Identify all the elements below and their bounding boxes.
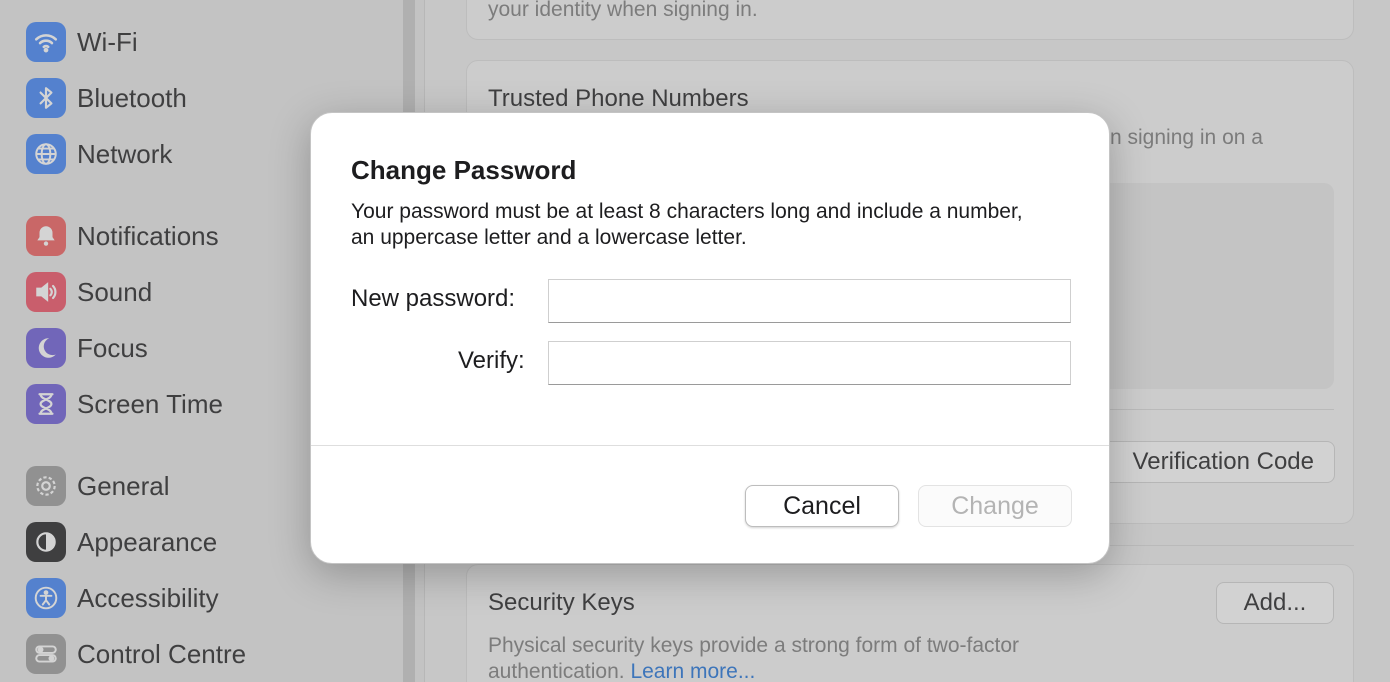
change-button[interactable]: Change: [918, 485, 1072, 527]
verify-password-field[interactable]: [548, 341, 1071, 385]
new-password-field[interactable]: [548, 279, 1071, 323]
verify-label: Verify:: [458, 347, 525, 374]
dialog-title: Change Password: [351, 155, 577, 185]
new-password-label: New password:: [351, 285, 516, 312]
change-password-dialog: Change Password Your password must be at…: [310, 112, 1110, 564]
cancel-button[interactable]: Cancel: [745, 485, 899, 527]
dialog-message: Your password must be at least 8 charact…: [351, 200, 1023, 249]
dialog-separator: [311, 445, 1109, 446]
